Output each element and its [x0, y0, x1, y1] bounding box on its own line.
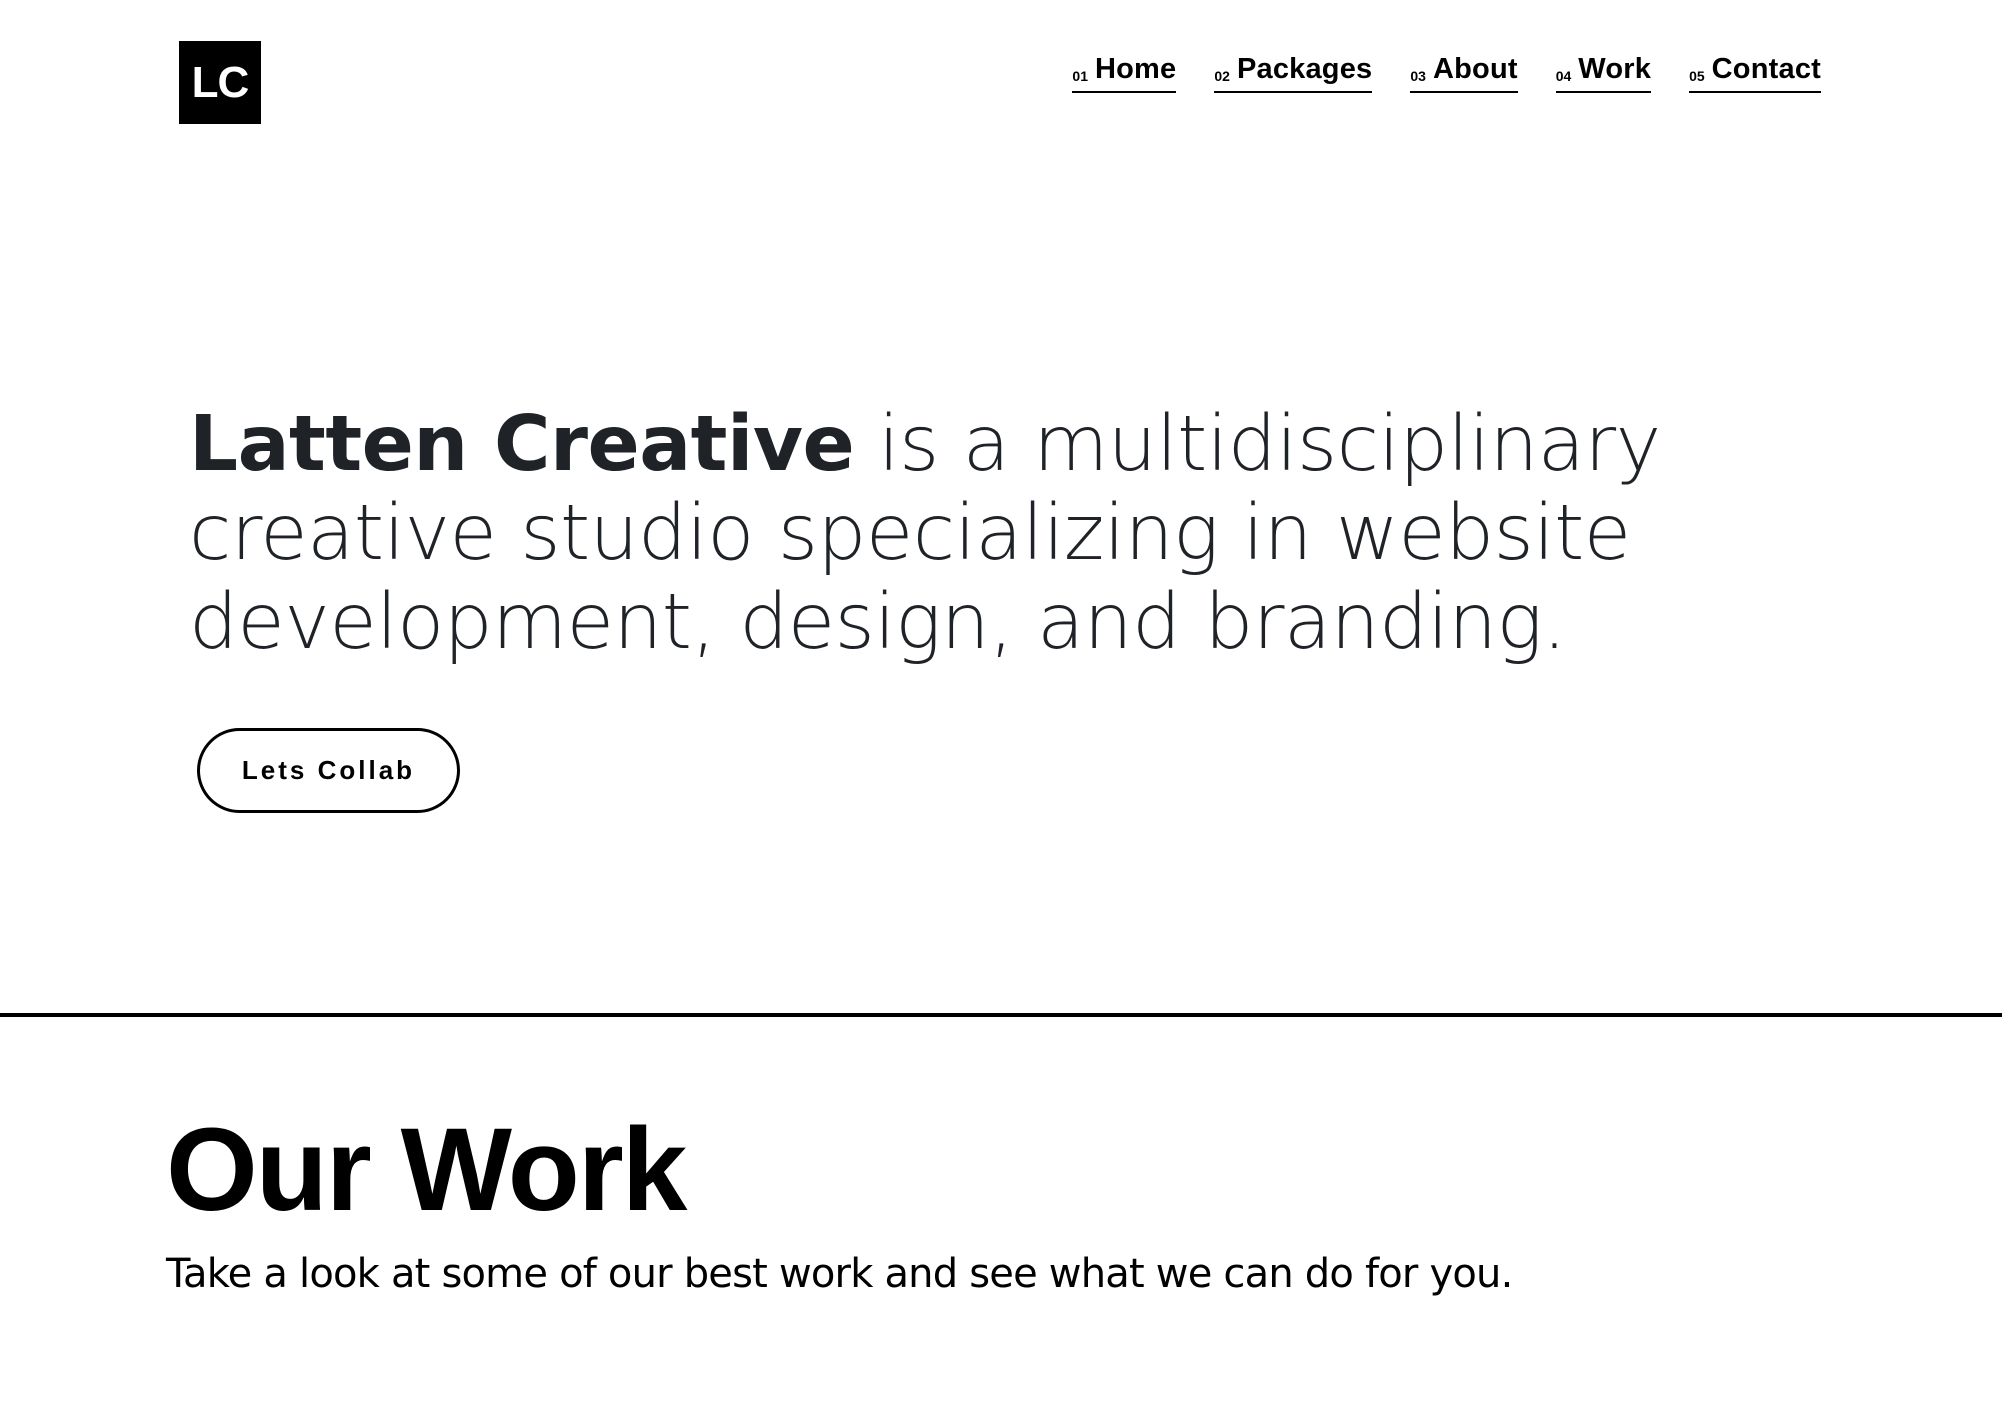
nav-item-about[interactable]: 03 About	[1410, 53, 1518, 93]
main-nav: 01 Home 02 Packages 03 About 04 Work 05 …	[1072, 53, 1821, 93]
hero-brand-name: Latten Creative	[189, 400, 855, 489]
logo[interactable]: LC	[179, 41, 261, 124]
our-work-heading: Our Work	[166, 1104, 687, 1236]
site-header: LC 01 Home 02 Packages 03 About 04 Work …	[0, 0, 2002, 140]
nav-number: 02	[1214, 68, 1230, 84]
nav-number: 03	[1410, 68, 1426, 84]
nav-item-packages[interactable]: 02 Packages	[1214, 53, 1373, 93]
nav-label: Packages	[1236, 53, 1373, 85]
nav-label: Work	[1578, 53, 1652, 85]
our-work-subtitle: Take a look at some of our best work and…	[166, 1251, 1513, 1297]
nav-item-contact[interactable]: 05 Contact	[1689, 53, 1821, 93]
lets-collab-button[interactable]: Lets Collab	[197, 728, 460, 813]
nav-number: 01	[1072, 68, 1088, 84]
nav-label: About	[1432, 53, 1518, 85]
section-divider	[0, 1013, 2002, 1017]
hero-headline: Latten Creative is a multidisciplinary c…	[189, 400, 1689, 667]
nav-label: Home	[1095, 53, 1177, 85]
nav-label: Contact	[1711, 53, 1821, 85]
hero-section: Latten Creative is a multidisciplinary c…	[189, 400, 1689, 667]
nav-item-work[interactable]: 04 Work	[1555, 53, 1652, 93]
nav-item-home[interactable]: 01 Home	[1072, 53, 1177, 93]
nav-number: 04	[1555, 68, 1572, 84]
nav-number: 05	[1689, 68, 1705, 84]
